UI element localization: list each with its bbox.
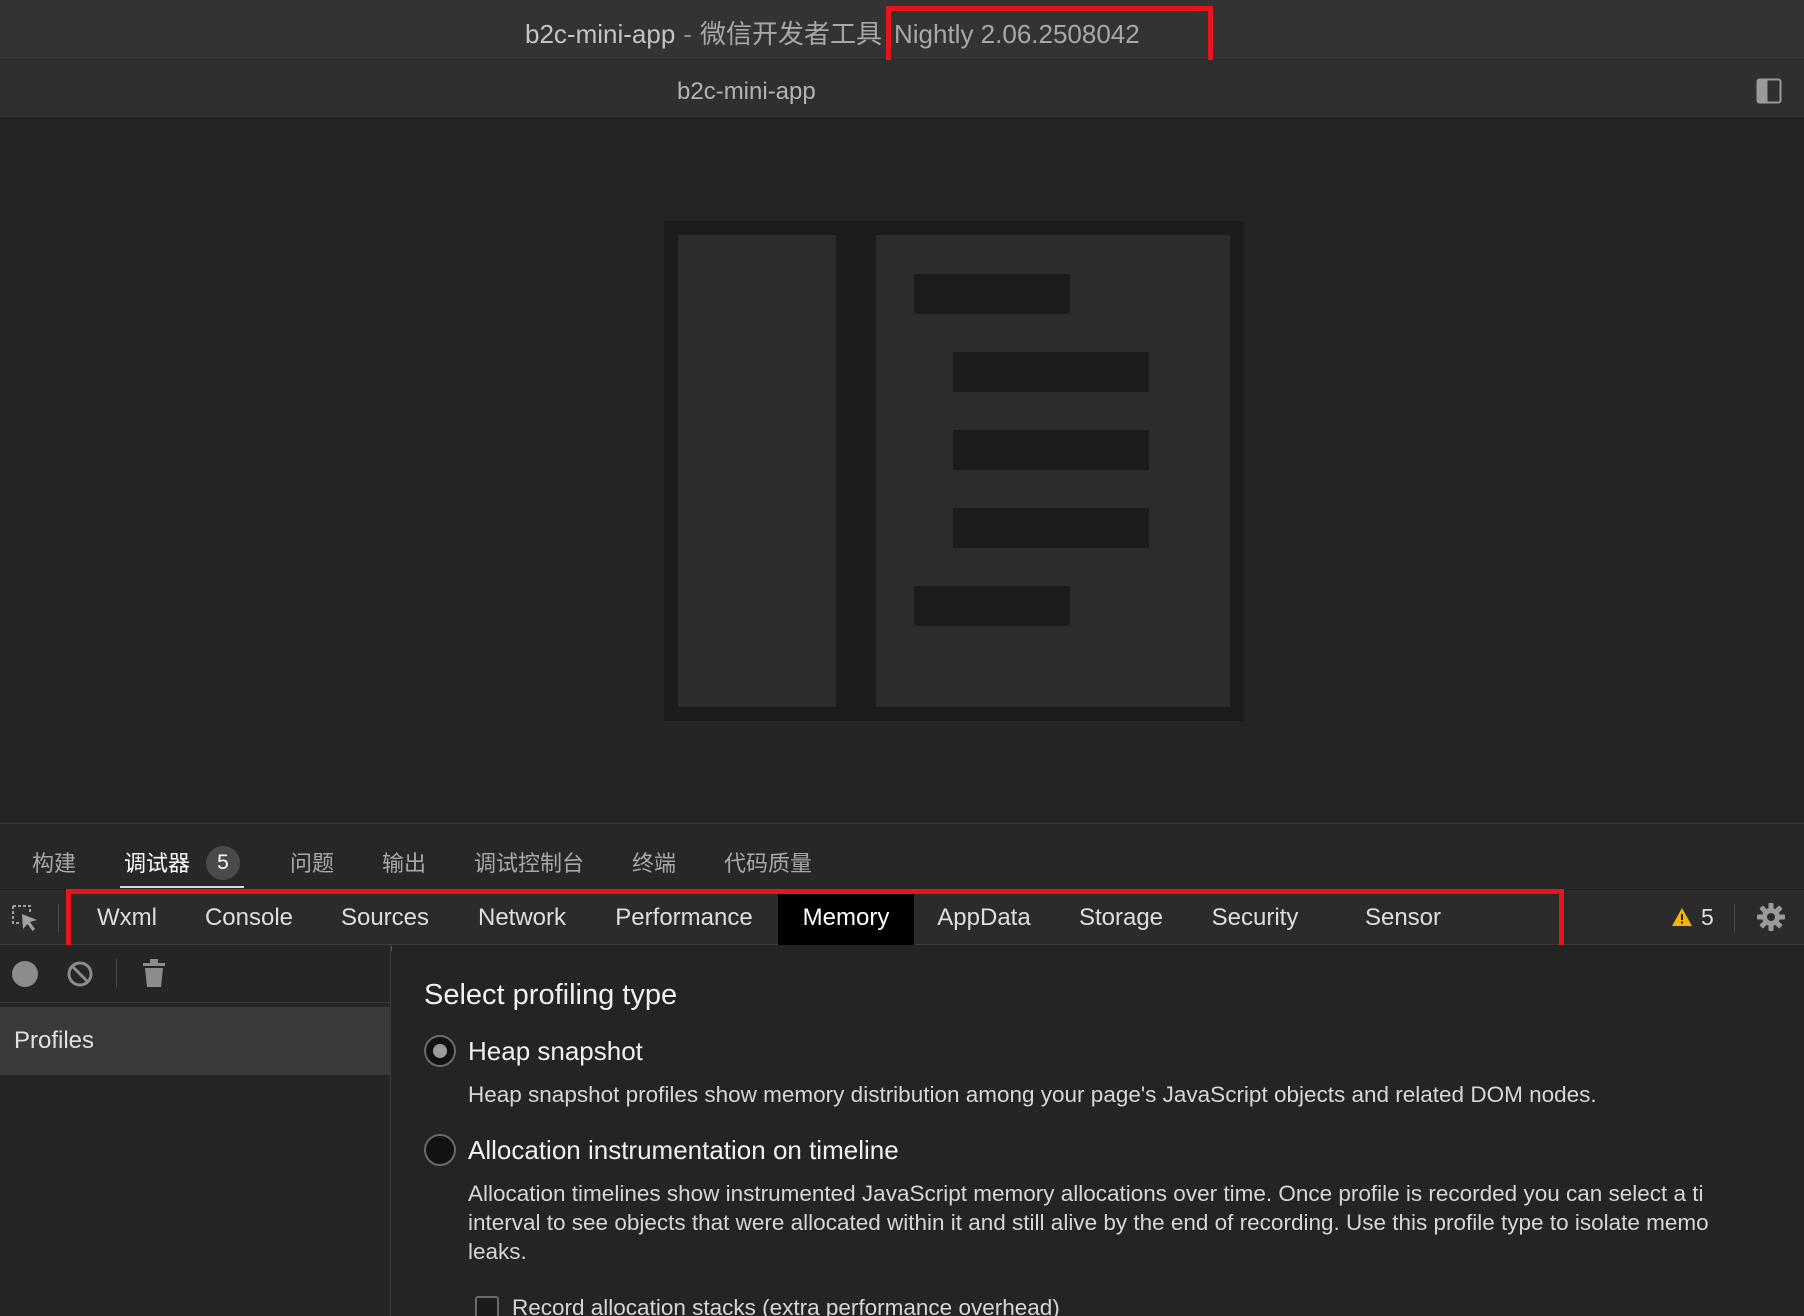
- debugger-badge: 5: [206, 846, 241, 881]
- warnings-count: 5: [1701, 904, 1714, 930]
- heap-snapshot-label[interactable]: Heap snapshot: [468, 1036, 643, 1067]
- record-icon[interactable]: [12, 961, 38, 987]
- tab-code-quality[interactable]: 代码质量: [724, 846, 812, 878]
- memory-sidebar: Profiles: [0, 945, 391, 1316]
- tab-output[interactable]: 输出: [382, 846, 426, 878]
- heap-snapshot-radio[interactable]: [424, 1035, 456, 1067]
- warnings-counter[interactable]: 5: [1671, 904, 1714, 931]
- memory-profile-type-panel: Select profiling type Heap snapshot Heap…: [392, 945, 1804, 1316]
- tab-network[interactable]: Network: [458, 890, 586, 945]
- window-title-separator: -: [683, 19, 692, 49]
- devtools-panel-tab-bar: Wxml Console Sources Network Performance…: [0, 889, 1804, 945]
- simulator-area: [0, 119, 1804, 823]
- allocation-timeline-description-line-2: interval to see objects that were alloca…: [468, 1210, 1709, 1235]
- window-titlebar: b2c-mini-app - 微信开发者工具 Nightly 2.06.2508042: [0, 0, 1804, 60]
- tab-wxml[interactable]: Wxml: [78, 890, 176, 945]
- page-placeholder-icon: [664, 221, 1244, 721]
- toolbar-divider: [1734, 904, 1735, 932]
- trash-icon[interactable]: [142, 958, 166, 993]
- tab-memory[interactable]: Memory: [778, 890, 914, 945]
- memory-toolbar: [0, 945, 391, 1003]
- record-allocation-stacks-checkbox[interactable]: [475, 1296, 499, 1316]
- profiles-section-header[interactable]: Profiles: [0, 1007, 390, 1075]
- tab-security[interactable]: Security: [1200, 890, 1310, 945]
- tab-debugger[interactable]: 调试器 5: [120, 846, 245, 888]
- tab-build[interactable]: 构建: [32, 846, 76, 878]
- tab-performance[interactable]: Performance: [596, 890, 772, 945]
- debugger-tab-bar: 构建 调试器 5 问题 输出 调试控制台 终端 代码质量: [0, 823, 1804, 889]
- simulator-header: b2c-mini-app: [0, 60, 1804, 119]
- window-title: b2c-mini-app - 微信开发者工具 Nightly 2.06.2508042: [525, 14, 1140, 51]
- window-title-version: Nightly 2.06.2508042: [893, 19, 1140, 49]
- inspect-element-icon[interactable]: [10, 903, 40, 938]
- clear-icon[interactable]: [66, 960, 94, 993]
- active-tab-underline: [120, 886, 245, 888]
- simulator-title: b2c-mini-app: [677, 78, 816, 105]
- allocation-timeline-description-line-1: Allocation timelines show instrumented J…: [468, 1181, 1704, 1206]
- tab-debug-console[interactable]: 调试控制台: [474, 846, 584, 878]
- gear-icon[interactable]: [1756, 902, 1786, 937]
- sidebar-toggle-icon[interactable]: [1756, 78, 1782, 104]
- toolbar-divider: [116, 959, 117, 987]
- tab-sources[interactable]: Sources: [322, 890, 448, 945]
- profiling-type-heading: Select profiling type: [424, 979, 678, 1011]
- heap-snapshot-description: Heap snapshot profiles show memory distr…: [468, 1082, 1597, 1107]
- allocation-timeline-label[interactable]: Allocation instrumentation on timeline: [468, 1135, 899, 1166]
- toolbar-divider: [58, 904, 59, 932]
- tab-problems[interactable]: 问题: [290, 846, 334, 878]
- warning-triangle-icon: [1672, 908, 1692, 926]
- tab-sensor[interactable]: Sensor: [1354, 890, 1452, 945]
- window-title-app: b2c-mini-app: [525, 19, 676, 49]
- allocation-timeline-radio[interactable]: [424, 1134, 456, 1166]
- tab-console[interactable]: Console: [186, 890, 312, 945]
- window-title-product: 微信开发者工具: [699, 19, 882, 49]
- allocation-timeline-description-line-3: leaks.: [468, 1239, 527, 1264]
- record-allocation-stacks-label[interactable]: Record allocation stacks (extra performa…: [512, 1295, 1060, 1316]
- tab-storage[interactable]: Storage: [1064, 890, 1178, 945]
- tab-appdata[interactable]: AppData: [924, 890, 1044, 945]
- tab-terminal[interactable]: 终端: [632, 846, 676, 878]
